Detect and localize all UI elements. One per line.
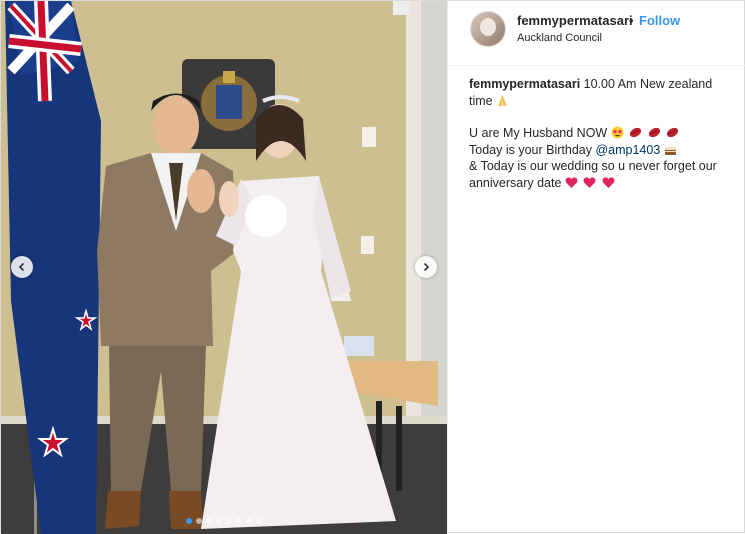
mention-link[interactable]: @amp1403 (595, 143, 660, 157)
caption-line-2: U are My Husband NOW (469, 126, 608, 140)
follow-button[interactable]: Follow (639, 13, 680, 28)
carousel-dot (256, 518, 262, 524)
red-heart-emoji (565, 176, 578, 188)
chevron-left-icon (18, 262, 25, 272)
carousel-dot (196, 518, 202, 524)
carousel-prev-button[interactable] (11, 256, 33, 278)
post-header: femmypermatasari • Follow Auckland Counc… (448, 1, 745, 66)
kiss-lips-emoji (630, 127, 642, 138)
carousel-dot (186, 518, 192, 524)
carousel-next-button[interactable] (415, 256, 437, 278)
star-struck-emoji (611, 126, 624, 139)
carousel-dot (216, 518, 222, 524)
username-link[interactable]: femmypermatasari (517, 13, 633, 28)
avatar[interactable] (470, 11, 506, 47)
carousel-dot (226, 518, 232, 524)
instagram-post: femmypermatasari • Follow Auckland Counc… (0, 0, 745, 534)
location-link[interactable]: Auckland Council (517, 32, 602, 44)
carousel-dot (246, 518, 252, 524)
kiss-lips-emoji (648, 127, 660, 138)
caption-author-link[interactable]: femmypermatasari (469, 77, 580, 91)
chevron-right-icon (423, 262, 430, 272)
post-side-panel: femmypermatasari • Follow Auckland Counc… (447, 1, 745, 534)
wedding-photo-illustration (1, 1, 447, 534)
kiss-lips-emoji (667, 127, 679, 138)
carousel-dot (206, 518, 212, 524)
red-heart-emoji (602, 176, 615, 188)
carousel-indicator (1, 518, 447, 524)
carousel-dot (236, 518, 242, 524)
post-photo[interactable] (1, 1, 447, 534)
caption-line-3: Today is your Birthday (469, 142, 592, 157)
praying-hands-emoji (498, 94, 508, 106)
separator-dot: • (629, 13, 634, 28)
cake-emoji (664, 146, 676, 155)
post-caption: femmypermatasari 10.00 Am New zealand ti… (469, 76, 731, 191)
red-heart-emoji (583, 176, 596, 188)
